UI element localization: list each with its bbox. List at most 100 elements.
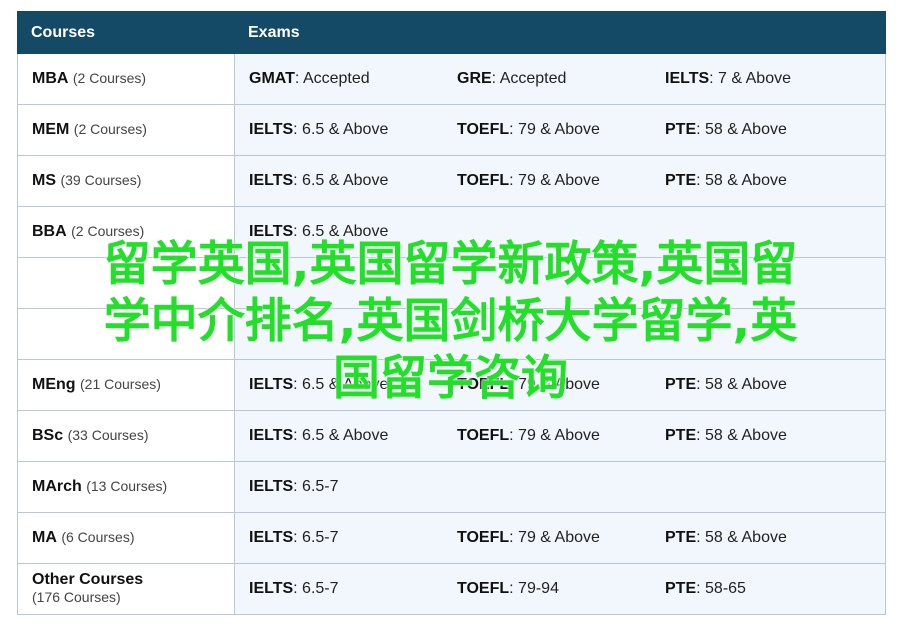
exam-score: 58 & Above: [705, 121, 787, 138]
exam-score: 6.5-7: [302, 580, 339, 597]
exam-name: PTE: [665, 172, 697, 189]
exam-separator: :: [293, 529, 303, 546]
exam-score: 6.5 & Above: [302, 172, 389, 189]
exam-requirement: PTE: 58 & Above: [665, 427, 873, 445]
exam-list: IELTS: 6.5 & Above TOEFL: 79 & Above PTE: …: [249, 172, 885, 190]
exam-requirement: IELTS: 7 & Above: [665, 70, 873, 88]
exams-cell: IELTS: 6.5 & Above TOEFL: 79 & Above PTE: …: [234, 155, 886, 207]
exam-requirement: IELTS: 6.5-7: [249, 580, 457, 598]
exam-requirement: [457, 478, 665, 496]
exam-name: GMAT: [249, 70, 295, 87]
exam-requirement: PTE: 58 & Above: [665, 529, 873, 547]
exam-requirement: PTE: 58 & Above: [665, 172, 873, 190]
exam-list: IELTS: 6.5-7: [249, 478, 885, 496]
course-cell: MS (39 Courses): [17, 155, 235, 207]
exam-requirement: IELTS: 6.5 & Above: [249, 172, 457, 190]
exam-name: IELTS: [249, 478, 294, 495]
exam-name: PTE: [665, 580, 697, 597]
exam-separator: :: [696, 427, 706, 444]
exam-score: 79 & Above: [518, 376, 600, 393]
exam-name: IELTS: [249, 121, 294, 138]
header-courses: Courses: [17, 11, 235, 54]
table-row: [17, 257, 886, 309]
exam-name: PTE: [665, 529, 697, 546]
exam-requirement: [457, 223, 665, 241]
exam-name: IELTS: [249, 427, 294, 444]
table-row: [17, 308, 886, 360]
table-row: MEM (2 Courses) IELTS: 6.5 & Above TOEFL: …: [17, 104, 886, 156]
exam-requirement: IELTS: 6.5 & Above: [249, 427, 457, 445]
course-name: MEng: [32, 376, 76, 393]
exam-name: TOEFL: [457, 376, 510, 393]
exam-separator: :: [509, 121, 519, 138]
exam-name: IELTS: [249, 172, 294, 189]
exam-separator: :: [509, 427, 519, 444]
exam-score: Accepted: [302, 70, 370, 87]
exam-separator: :: [696, 529, 706, 546]
course-name: MBA: [32, 70, 69, 87]
exam-score: 58 & Above: [705, 529, 787, 546]
exams-cell: IELTS: 6.5 & Above TOEFL: 79 & Above PTE: …: [234, 359, 886, 411]
exam-score: 79 & Above: [518, 427, 600, 444]
exam-requirement: IELTS: 6.5 & Above: [249, 223, 457, 241]
exam-requirements-table: Courses Exams MBA (2 Courses) GMAT: Accep…: [17, 11, 886, 615]
exam-score: 58 & Above: [705, 376, 787, 393]
course-count: (39 Courses): [60, 172, 142, 188]
exam-requirement: TOEFL: 79 & Above: [457, 427, 665, 445]
course-count: (176 Courses): [32, 589, 121, 605]
table-row: MS (39 Courses) IELTS: 6.5 & Above TOEFL: …: [17, 155, 886, 207]
exam-separator: :: [491, 70, 500, 87]
exam-separator: :: [293, 172, 303, 189]
exam-requirement: PTE: 58 & Above: [665, 121, 873, 139]
course-name: Other Courses: [32, 571, 144, 588]
course-count: (2 Courses): [71, 223, 145, 239]
exam-score: 58-65: [705, 580, 746, 597]
exam-separator: :: [293, 121, 303, 138]
exam-name: TOEFL: [457, 529, 510, 546]
exam-name: TOEFL: [457, 427, 510, 444]
exams-cell: IELTS: 6.5 & Above: [234, 206, 886, 258]
exams-cell: IELTS: 6.5-7 TOEFL: 79-94 PTE: 58-65: [234, 563, 886, 615]
exams-cell: [234, 308, 886, 360]
exam-requirement: TOEFL: 79 & Above: [457, 121, 665, 139]
exam-name: GRE: [457, 70, 492, 87]
course-cell: BSc (33 Courses): [17, 410, 235, 462]
course-cell: [17, 308, 235, 360]
exam-name: IELTS: [249, 529, 294, 546]
exam-separator: :: [293, 376, 303, 393]
exams-cell: IELTS: 6.5 & Above TOEFL: 79 & Above PTE: …: [234, 410, 886, 462]
course-name: MEM: [32, 121, 70, 138]
course-cell: MEM (2 Courses): [17, 104, 235, 156]
exam-score: Accepted: [499, 70, 567, 87]
exams-cell: [234, 257, 886, 309]
table-row: MArch (13 Courses) IELTS: 6.5-7: [17, 461, 886, 513]
exam-name: PTE: [665, 121, 697, 138]
course-cell: MArch (13 Courses): [17, 461, 235, 513]
exam-score: 79-94: [518, 580, 559, 597]
course-name: MArch: [32, 478, 82, 495]
course-count: (33 Courses): [67, 427, 149, 443]
exam-requirement: IELTS: 6.5-7: [249, 478, 457, 496]
exam-separator: :: [293, 580, 303, 597]
table-header-row: Courses Exams: [17, 11, 886, 54]
table-row: MBA (2 Courses) GMAT: Accepted GRE: Accept…: [17, 53, 886, 105]
course-name: MA: [32, 529, 57, 546]
exam-requirement: GRE: Accepted: [457, 70, 665, 88]
exam-requirement: PTE: 58 & Above: [665, 376, 873, 394]
exam-list: IELTS: 6.5 & Above TOEFL: 79 & Above PTE: …: [249, 427, 885, 445]
exam-separator: :: [293, 478, 303, 495]
course-count: (13 Courses): [86, 478, 168, 494]
exam-score: 6.5-7: [302, 478, 339, 495]
course-name: BSc: [32, 427, 64, 444]
exam-separator: :: [696, 580, 706, 597]
course-name: BBA: [32, 223, 67, 240]
exam-separator: :: [696, 121, 706, 138]
exam-name: TOEFL: [457, 121, 510, 138]
exam-separator: :: [509, 529, 519, 546]
exams-cell: IELTS: 6.5-7 TOEFL: 79 & Above PTE: 58 & A…: [234, 512, 886, 564]
exam-name: PTE: [665, 376, 697, 393]
course-cell: MA (6 Courses): [17, 512, 235, 564]
exams-cell: GMAT: Accepted GRE: Accepted IELTS: 7 & Ab…: [234, 53, 886, 105]
course-count: (6 Courses): [61, 529, 135, 545]
exam-list: GMAT: Accepted GRE: Accepted IELTS: 7 & Ab…: [249, 70, 885, 88]
